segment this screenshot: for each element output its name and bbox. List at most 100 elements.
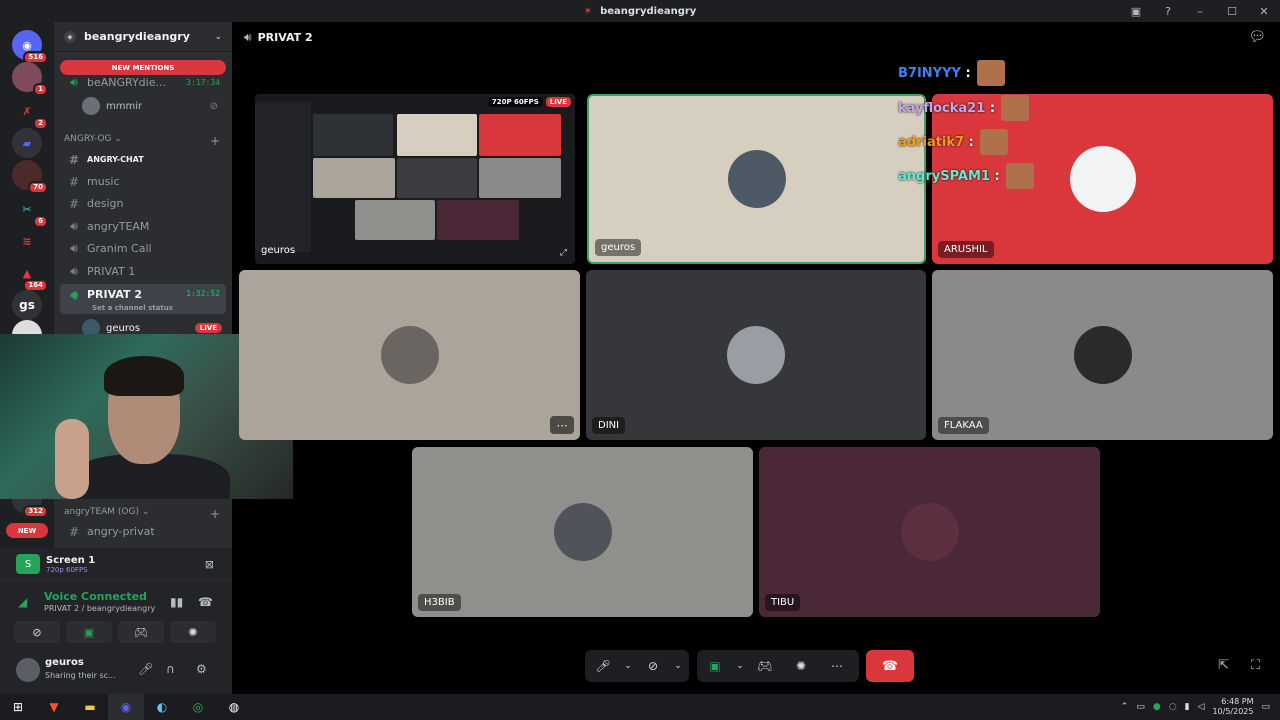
close-button[interactable]: ✕	[1248, 5, 1280, 18]
hash-icon: #	[68, 524, 80, 539]
chat-message: adriatik7 :	[898, 129, 1008, 155]
network-icon[interactable]: ▭	[1136, 702, 1145, 712]
participant-name: FLAKAA	[938, 417, 989, 434]
stop-stream-icon[interactable]: ⊠	[205, 558, 214, 571]
speaker-icon: 🔊︎	[70, 219, 78, 233]
chevron-up-icon[interactable]: ⌃	[1121, 702, 1129, 712]
popout-icon[interactable]: ⤢	[560, 248, 567, 258]
minimize-button[interactable]: –	[1184, 5, 1216, 18]
server-icon[interactable]: ✂ 6	[12, 194, 48, 228]
soundboard-button[interactable]: ✺	[170, 621, 216, 643]
fullscreen-icon[interactable]: ⛶	[1251, 658, 1260, 673]
server-icon[interactable]: 70	[12, 160, 48, 194]
soundboard-button[interactable]: ✺	[783, 659, 819, 673]
inbox-icon[interactable]: ▣	[1120, 5, 1152, 18]
hang-up-button[interactable]: ☎	[866, 650, 914, 682]
popout-icon[interactable]: ⇱	[1218, 658, 1229, 673]
server-icon[interactable]: 1	[12, 62, 48, 96]
chevron-down-icon[interactable]: ⌄	[621, 661, 635, 671]
stream-preview-tile[interactable]: 720P 60FPS LIVE geuros ⤢	[255, 94, 575, 264]
server-header[interactable]: ◈ beangrydieangry ⌄	[54, 22, 232, 52]
gear-icon[interactable]: ⚙	[196, 662, 207, 676]
chat-icon[interactable]: 💬︎	[1248, 29, 1266, 45]
share-screen-button[interactable]: ▣	[66, 621, 112, 643]
server-icon[interactable]: ▲ 164	[12, 258, 48, 292]
camera-off-button[interactable]: ⊘	[635, 659, 671, 673]
microphone-icon[interactable]: ▮	[1185, 702, 1190, 712]
screen-quality: 720p 60FPS	[46, 565, 88, 574]
text-channel[interactable]: # music	[60, 171, 226, 192]
disconnect-icon[interactable]: ☎	[198, 595, 213, 609]
participant-tile[interactable]: geuros	[587, 94, 926, 264]
system-clock[interactable]: 6:48 PM 10/5/2025	[1212, 697, 1253, 717]
folder-icon[interactable]: ▰	[12, 128, 42, 158]
server-icon[interactable]: ≋	[12, 226, 42, 256]
new-unreads-pill[interactable]: NEW	[6, 523, 48, 538]
server-gs[interactable]: gs	[12, 290, 42, 320]
noise-suppression-icon[interactable]: ▮▮	[170, 595, 183, 609]
microphone-button[interactable]: 🎤︎	[585, 659, 621, 673]
chevron-down-icon[interactable]: ⌄	[671, 661, 685, 671]
text-channel[interactable]: # ANGRY-CHAT	[60, 149, 226, 170]
help-icon[interactable]: ?	[1152, 5, 1184, 18]
share-screen-button[interactable]: ▣	[697, 659, 733, 673]
start-icon[interactable]: ⊞	[0, 694, 36, 720]
avatar[interactable]	[16, 658, 40, 682]
category-header[interactable]: ANGRY-OG ⌄ +	[64, 134, 220, 148]
more-options-button[interactable]: ⋯	[819, 659, 855, 673]
badge: 2	[33, 117, 48, 130]
headphones-icon[interactable]: ∩	[166, 662, 175, 676]
brave-icon[interactable]: ▼	[36, 694, 72, 720]
voice-location[interactable]: PRIVAT 2 / beangrydieangry	[44, 604, 155, 613]
channel-status[interactable]: Set a channel status	[92, 304, 173, 312]
emote-icon	[1001, 95, 1030, 121]
more-options-button[interactable]: ⋯	[550, 416, 574, 434]
participant-tile[interactable]: TIBU	[759, 447, 1100, 617]
participant-tile[interactable]: DINI	[586, 270, 926, 440]
voice-channel[interactable]: 🔊︎ angryTEAM	[60, 216, 226, 237]
hash-icon: #	[68, 174, 80, 189]
preview-tile	[437, 200, 519, 240]
username[interactable]: geuros	[45, 657, 84, 668]
add-channel-icon[interactable]: +	[210, 134, 220, 148]
voice-status[interactable]: Voice Connected	[44, 590, 147, 603]
text-channel[interactable]: # angry-privat	[60, 521, 226, 542]
participant-tile[interactable]	[239, 270, 580, 440]
avatar	[727, 150, 786, 208]
obs-icon[interactable]: ◍	[216, 694, 252, 720]
tray-app-icon[interactable]: ◌	[1169, 702, 1177, 712]
call-timer: 1:32:52	[186, 289, 220, 298]
participant-tile[interactable]: H3BIB	[412, 447, 753, 617]
voice-channel[interactable]: 🔊︎ Granim Call	[60, 238, 226, 259]
server-icon[interactable]: ✗ 2	[12, 96, 48, 130]
activity-button[interactable]: 🎮︎	[118, 621, 164, 643]
voice-channel-active[interactable]: 🔊︎ PRIVAT 2 1:32:52 Set a channel status	[60, 284, 226, 314]
text-channel[interactable]: # design	[60, 193, 226, 214]
microphone-icon[interactable]: 🎤︎	[138, 662, 153, 676]
preview-tile	[313, 114, 393, 156]
chat-separator: :	[965, 65, 971, 81]
home-icon[interactable]: ◉ 516	[12, 30, 48, 64]
camera-off-button[interactable]: ⊘	[14, 621, 60, 643]
volume-icon[interactable]: ◁	[1198, 702, 1205, 712]
discord-icon[interactable]: ◉	[108, 694, 144, 720]
chrome-icon[interactable]: ◎	[180, 694, 216, 720]
voice-channel[interactable]: 🔊︎ PRIVAT 1	[60, 261, 226, 282]
chevron-down-icon[interactable]: ⌄	[733, 661, 747, 671]
preview-sidebar	[255, 102, 311, 252]
activity-button[interactable]: 🎮︎	[747, 659, 783, 673]
voice-channel[interactable]: 🔊︎ beANGRYdie... 3:17:34	[60, 72, 226, 93]
add-channel-icon[interactable]: +	[210, 507, 220, 521]
participant-name: H3BIB	[418, 594, 461, 611]
live-badge: LIVE	[194, 323, 222, 333]
steam-icon[interactable]: ◐	[144, 694, 180, 720]
channel-title: PRIVAT 2	[257, 30, 313, 44]
file-explorer-icon[interactable]: ▬	[72, 694, 108, 720]
voice-member[interactable]: mmmir ⊘	[82, 97, 226, 115]
signal-icon[interactable]: ◢	[18, 595, 27, 609]
participant-tile[interactable]: FLAKAA	[932, 270, 1273, 440]
tray-app-icon[interactable]: ●	[1153, 702, 1161, 712]
category-header[interactable]: angryTEAM (OG) ⌄ +	[64, 507, 220, 521]
notification-icon[interactable]: ▭	[1261, 702, 1270, 712]
maximize-button[interactable]: ☐	[1216, 5, 1248, 18]
